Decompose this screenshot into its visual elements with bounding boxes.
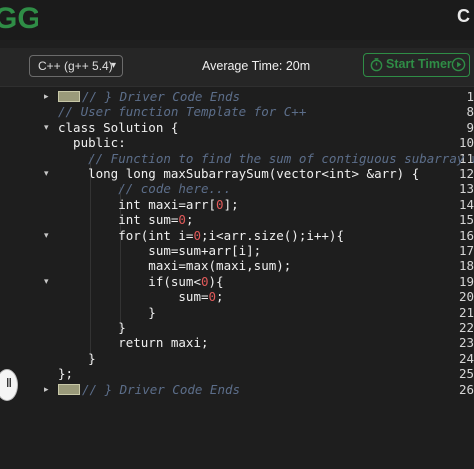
number-literal: 0 [201, 273, 209, 289]
code-text: } [58, 304, 156, 320]
code-token: ]; [223, 196, 239, 212]
svg-text:GG: GG [0, 2, 38, 32]
fold-expanded-icon[interactable]: ▾ [44, 166, 49, 181]
code-token: ; [216, 289, 224, 305]
code-token: sum= [58, 289, 209, 305]
code-line[interactable]: 22 } [0, 320, 474, 335]
top-bar: GG C [0, 0, 474, 40]
line-number: 23 [458, 335, 474, 351]
line-number: 21 [458, 304, 474, 320]
code-editor[interactable]: 1 ▸ // } Driver Code Ends 8 // User function… [0, 87, 474, 469]
code-text: if(sum<0){ [58, 273, 224, 289]
line-number: 25 [458, 366, 474, 382]
code-token: int sum= [58, 212, 179, 228]
code-line[interactable]: 14 int maxi=arr[0]; [0, 197, 474, 212]
start-timer-button[interactable]: Start Timer [363, 53, 470, 77]
number-literal: 0 [193, 227, 201, 243]
code-text: } [58, 320, 126, 335]
line-number: 20 [458, 289, 474, 305]
start-timer-label: Start Timer [386, 57, 452, 71]
line-number: 8 [466, 104, 474, 120]
code-text: for(int i=0;i<arr.size();i++){ [58, 228, 344, 243]
code-text: }; [58, 366, 74, 382]
fold-expanded-icon[interactable]: ▾ [44, 228, 49, 243]
line-number: 10 [458, 135, 474, 151]
line-number: 9 [466, 119, 474, 135]
code-line[interactable]: 15 int sum=0; [0, 212, 474, 227]
code-line[interactable]: 19 ▾ if(sum<0){ [0, 274, 474, 289]
code-line[interactable]: 20 sum=0; [0, 289, 474, 304]
timer-icon [370, 58, 383, 72]
code-line[interactable]: 18 maxi=max(maxi,sum); [0, 258, 474, 273]
code-line[interactable]: 12 ▾ long long maxSubarraySum(vector<int>… [0, 166, 474, 181]
folded-code-marker[interactable] [58, 383, 80, 395]
code-line[interactable]: 23 return maxi; [0, 335, 474, 350]
fold-expanded-icon[interactable]: ▾ [44, 120, 49, 135]
code-line[interactable]: 26 ▸ // } Driver Code Ends [0, 382, 474, 397]
code-token: ){ [208, 273, 224, 289]
editor-toolbar: C++ (g++ 5.4) ▾ Average Time: 20m Start … [0, 48, 474, 87]
fold-collapsed-icon[interactable]: ▸ [44, 89, 49, 104]
corner-mark: C [457, 6, 470, 26]
line-number: 16 [458, 227, 474, 243]
line-number: 22 [458, 320, 474, 335]
code-token: if(sum< [58, 273, 201, 289]
code-text: int sum=0; [58, 212, 193, 227]
line-number: 13 [458, 181, 474, 197]
fold-expanded-icon[interactable]: ▾ [44, 274, 49, 289]
average-time: Average Time: 20m [202, 59, 311, 73]
line-number: 19 [458, 273, 474, 289]
code-text: // Function to find the sum of contiguou… [58, 150, 474, 166]
code-line[interactable]: 13 // code here... [0, 181, 474, 196]
code-line[interactable]: 9 ▾ class Solution { [0, 120, 474, 135]
code-text: // User function Template for C++ [58, 104, 307, 120]
drag-handle-icon: ‖ [6, 376, 12, 390]
code-text: // } Driver Code Ends [58, 89, 240, 104]
line-number: 18 [458, 258, 474, 274]
code-text: return maxi; [58, 335, 209, 351]
fold-collapsed-icon[interactable]: ▸ [44, 382, 49, 397]
code-line[interactable]: 21 } [0, 305, 474, 320]
code-line[interactable]: 17 sum=sum+arr[i]; [0, 243, 474, 258]
code-token: ; [185, 212, 194, 228]
code-line[interactable]: 25}; [0, 366, 474, 381]
line-number: 17 [458, 243, 474, 258]
code-line[interactable]: 10 public: [0, 135, 474, 150]
code-text: int maxi=arr[0]; [58, 196, 239, 212]
number-literal: 0 [216, 196, 224, 212]
code-token: ;i<arr.size();i++){ [201, 227, 344, 243]
code-line[interactable]: 16 ▾ for(int i=0;i<arr.size();i++){ [0, 228, 474, 243]
chevron-down-icon: ▾ [110, 60, 116, 71]
line-number: 14 [458, 196, 474, 212]
comment-text: // } Driver Code Ends [82, 381, 241, 397]
code-text: long long maxSubarraySum(vector<int> &ar… [58, 166, 420, 181]
language-select[interactable]: C++ (g++ 5.4) ▾ [29, 55, 123, 77]
folded-code-marker[interactable] [58, 91, 80, 102]
code-text: // } Driver Code Ends [58, 382, 240, 397]
code-line[interactable]: 11 // Function to find the sum of contig… [0, 151, 474, 166]
code-text: public: [58, 135, 126, 151]
code-text: // code here... [58, 181, 232, 197]
code-text: } [58, 350, 96, 366]
code-text: sum=0; [58, 289, 224, 305]
language-select-value: C++ (g++ 5.4) [38, 59, 113, 73]
code-line[interactable]: 24 } [0, 351, 474, 366]
code-token: for(int i= [58, 227, 194, 243]
code-line[interactable]: 8 // User function Template for C++ [0, 104, 474, 119]
code-token: int maxi=arr[ [58, 196, 217, 212]
number-literal: 0 [208, 289, 217, 305]
line-number: 15 [458, 212, 474, 228]
gfg-logo[interactable]: GG [0, 2, 38, 32]
line-number: 24 [458, 350, 474, 366]
line-number: 26 [458, 381, 474, 397]
play-circle-icon [451, 57, 466, 72]
code-text: sum=sum+arr[i]; [58, 243, 262, 258]
code-text: maxi=max(maxi,sum); [58, 258, 292, 274]
line-number: 12 [458, 166, 474, 181]
line-number: 1 [466, 89, 474, 104]
comment-text: // } Driver Code Ends [82, 89, 241, 104]
code-line[interactable]: 1 ▸ // } Driver Code Ends [0, 89, 474, 104]
number-literal: 0 [178, 212, 186, 228]
code-text: class Solution { [58, 119, 179, 135]
